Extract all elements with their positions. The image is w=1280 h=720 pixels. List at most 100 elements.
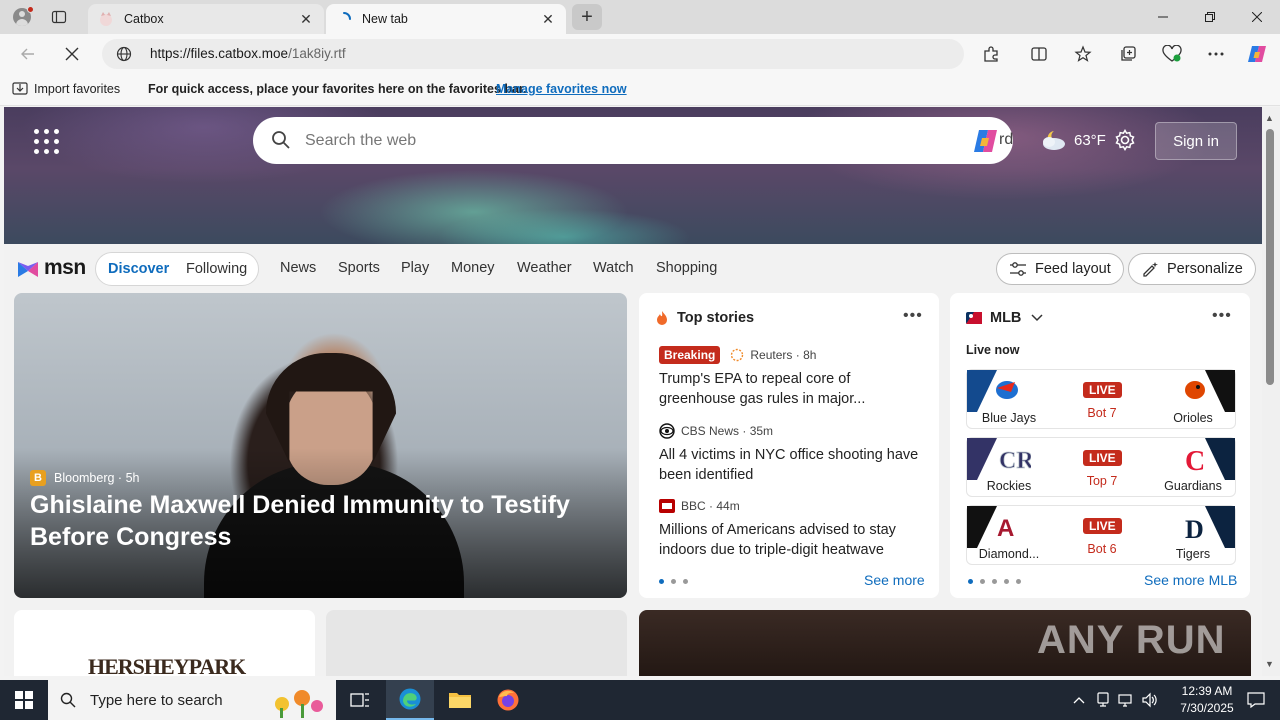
collections-icon [1121,46,1136,61]
notifications-button[interactable] [1232,680,1280,720]
split-screen-icon [1031,47,1047,61]
nav-money[interactable]: Money [451,260,495,276]
live-badge: LIVE [1083,382,1122,398]
minimize-button[interactable] [1140,0,1186,34]
copilot-search-icon[interactable] [971,128,999,154]
svg-text:CR: CR [999,448,1031,474]
restore-button[interactable] [1187,0,1233,34]
file-explorer-button[interactable] [436,680,484,720]
show-hidden-icons-button[interactable] [1068,680,1090,720]
search-input[interactable] [305,129,905,153]
story-headline[interactable]: Ghislaine Maxwell Denied Immunity to Tes… [30,489,620,553]
top-stories-pager[interactable] [659,579,688,584]
top-stories-more-icon[interactable]: ••• [903,307,923,325]
orioles-logo-icon [1171,370,1235,412]
story-title: Trump's EPA to repeal core of greenhouse… [659,371,866,407]
close-tab-icon[interactable]: ✕ [298,11,314,27]
tab-following[interactable]: Following [186,261,247,277]
firefox-button[interactable] [484,680,532,720]
nav-weather[interactable]: Weather [517,260,572,276]
taskbar-search-box[interactable]: Type here to search [48,680,336,720]
story-item[interactable]: BBC · 44m Millions of Americans advised … [659,496,929,560]
game-row[interactable]: LIVE Bot 7 Blue Jays Orioles [966,369,1236,429]
globe-icon [116,46,132,62]
volume-button[interactable] [1138,680,1162,720]
start-button[interactable] [0,680,48,720]
split-screen-button[interactable] [1026,42,1052,66]
settings-more-button[interactable] [1203,42,1229,66]
manage-favorites-link[interactable]: Manage favorites now [496,82,627,96]
feed-toggle: Discover Following [95,252,259,286]
close-tab-icon[interactable]: ✕ [540,11,556,27]
task-view-button[interactable] [336,680,384,720]
close-window-button[interactable] [1234,0,1280,34]
tab-new-tab[interactable]: New tab ✕ [326,4,566,34]
nav-news[interactable]: News [280,260,316,276]
nav-play[interactable]: Play [401,260,429,276]
flame-icon [657,311,667,325]
game-row[interactable]: CR C LIVE Top 7 Rockies Guardians [966,437,1236,497]
sign-in-button[interactable]: Sign in [1155,122,1237,160]
top-stories-header[interactable]: Top stories [655,310,754,326]
nav-sports[interactable]: Sports [338,260,380,276]
hersheypark-logo-text: HERSHEYPARK [88,654,246,676]
tray-device-icon[interactable] [1092,680,1114,720]
hersheypark-card[interactable]: HERSHEYPARK [14,610,315,676]
edge-taskbar-button[interactable] [386,680,434,720]
import-favorites-button[interactable]: Import favorites [12,82,120,96]
game-inning: Bot 7 [1087,406,1117,420]
back-button[interactable] [12,40,44,68]
story-item[interactable]: CBS News · 35m All 4 victims in NYC offi… [659,421,929,485]
notification-icon [1247,692,1265,708]
weather-chip[interactable]: 63°F [1040,129,1106,151]
tab-actions-button[interactable] [44,4,74,30]
tab-discover[interactable]: Discover [108,261,169,277]
see-more-mlb-link[interactable]: See more MLB [1144,572,1237,588]
video-card[interactable]: ANY RUN [639,610,1251,676]
favorites-button[interactable] [1070,42,1096,66]
browser-essentials-button[interactable] [1159,42,1185,66]
msn-logo[interactable]: msn [16,256,86,280]
placeholder-card[interactable] [326,610,627,676]
team-name: Orioles [1173,411,1213,425]
catbox-favicon-icon [98,11,114,27]
apps-launcher-icon[interactable] [34,129,60,155]
tab-catbox[interactable]: Catbox ✕ [88,4,324,34]
nav-shopping[interactable]: Shopping [656,260,717,276]
see-more-link[interactable]: See more [864,572,925,588]
story-source-name: BBC [681,499,706,513]
partly-cloudy-night-icon [1043,131,1065,150]
address-bar[interactable]: https://files.catbox.moe/1ak8iy.rtf [102,39,964,69]
game-row[interactable]: A D LIVE Bot 6 Diamond... Tigers [966,505,1236,565]
stop-loading-button[interactable] [56,40,88,68]
mlb-header[interactable]: MLB [966,310,1043,326]
scroll-down-arrow-icon[interactable]: ▼ [1265,659,1274,669]
main-story-card[interactable]: B Bloomberg · 5h Ghislaine Maxwell Denie… [14,293,627,598]
web-search-box[interactable]: rd [253,117,1013,164]
mlb-more-icon[interactable]: ••• [1212,307,1232,325]
nav-watch[interactable]: Watch [593,260,634,276]
feed-layout-button[interactable]: Feed layout [996,253,1124,285]
personalize-button[interactable]: Personalize [1128,253,1256,285]
top-stories-title: Top stories [677,310,755,326]
profile-button[interactable] [8,4,36,30]
gear-icon[interactable] [1114,129,1136,151]
guardians-logo-icon: C [1171,438,1235,480]
network-button[interactable] [1114,680,1136,720]
copilot-button[interactable] [1244,42,1270,66]
new-tab-button[interactable]: + [572,4,602,30]
url-text[interactable]: https://files.catbox.moe/1ak8iy.rtf [150,46,346,61]
story-age: 5h [125,471,140,485]
collections-button[interactable] [1115,42,1141,66]
story-item[interactable]: Breaking Reuters · 8h Trump's EPA to rep… [659,345,929,409]
scroll-up-arrow-icon[interactable]: ▲ [1265,113,1274,123]
msn-new-tab-page: rd 63°F Sign in msn Discover Following N… [4,107,1262,676]
chevron-down-icon[interactable] [1031,314,1043,322]
page-scrollbar[interactable]: ▲ ▼ [1262,107,1280,676]
search-trailing-text: rd [999,131,1014,148]
mlb-pager[interactable] [968,579,1021,584]
svg-text:C: C [1185,446,1205,477]
scrollbar-thumb[interactable] [1266,129,1274,385]
extensions-button[interactable] [978,42,1004,66]
top-stories-card: Top stories ••• Breaking Reuters · 8h Tr… [639,293,939,598]
